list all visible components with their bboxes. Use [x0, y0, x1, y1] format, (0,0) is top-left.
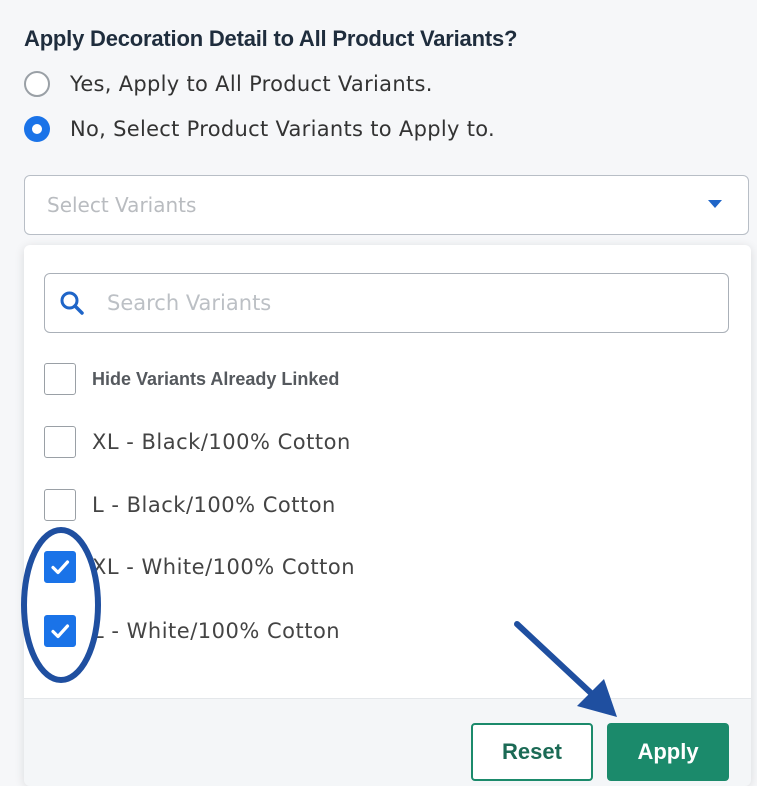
dropdown-footer: Reset Apply	[24, 698, 751, 786]
search-box[interactable]	[44, 273, 729, 333]
select-placeholder: Select Variants	[47, 193, 197, 217]
search-variants-input[interactable]	[105, 290, 669, 316]
apply-button[interactable]: Apply	[607, 723, 729, 781]
radio-label-select-variants: No, Select Product Variants to Apply to.	[70, 117, 495, 141]
variant-checkbox[interactable]	[44, 489, 76, 521]
hide-linked-checkbox[interactable]	[44, 363, 76, 395]
hide-linked-label: Hide Variants Already Linked	[92, 368, 340, 389]
radio-label-apply-all: Yes, Apply to All Product Variants.	[70, 72, 433, 96]
radio-button-checked[interactable]	[24, 116, 50, 142]
hide-linked-option[interactable]: Hide Variants Already Linked	[44, 363, 339, 395]
variant-option[interactable]: L - White/100% Cotton	[44, 615, 340, 647]
reset-button[interactable]: Reset	[471, 723, 593, 781]
variant-option[interactable]: XL - White/100% Cotton	[44, 551, 355, 583]
question-heading: Apply Decoration Detail to All Product V…	[24, 26, 518, 51]
variant-checkbox-checked[interactable]	[44, 615, 76, 647]
variant-label: XL - White/100% Cotton	[92, 555, 355, 579]
variant-label: L - White/100% Cotton	[92, 619, 341, 643]
search-icon	[60, 291, 84, 315]
check-icon	[51, 624, 70, 639]
variants-dropdown-panel: Hide Variants Already Linked XL - Black/…	[24, 245, 751, 786]
variant-option[interactable]: XL - Black/100% Cotton	[44, 426, 351, 458]
variant-checkbox[interactable]	[44, 426, 76, 458]
radio-apply-all[interactable]: Yes, Apply to All Product Variants.	[24, 71, 433, 97]
variant-option[interactable]: L - Black/100% Cotton	[44, 489, 336, 521]
variant-label: L - Black/100% Cotton	[92, 493, 336, 517]
select-variants-dropdown[interactable]: Select Variants	[24, 175, 749, 235]
chevron-down-icon[interactable]	[708, 200, 722, 208]
radio-button-unchecked[interactable]	[24, 71, 50, 97]
variant-checkbox-checked[interactable]	[44, 551, 76, 583]
check-icon	[51, 560, 70, 575]
radio-select-variants[interactable]: No, Select Product Variants to Apply to.	[24, 116, 495, 142]
variant-label: XL - Black/100% Cotton	[92, 430, 351, 454]
